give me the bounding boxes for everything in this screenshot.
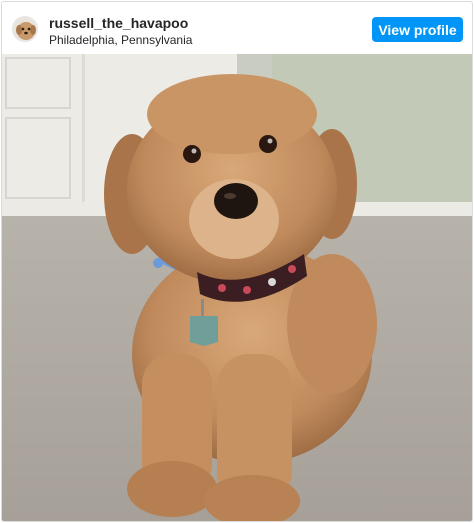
location-link[interactable]: Philadelphia, Pennsylvania bbox=[49, 33, 192, 48]
post-header: russell_the_havapoo Philadelphia, Pennsy… bbox=[2, 2, 472, 54]
instagram-embed-card: russell_the_havapoo Philadelphia, Pennsy… bbox=[1, 1, 473, 522]
username-link[interactable]: russell_the_havapoo bbox=[49, 15, 192, 32]
post-photo[interactable] bbox=[2, 54, 472, 521]
avatar[interactable] bbox=[12, 16, 38, 42]
post-meta: russell_the_havapoo Philadelphia, Pennsy… bbox=[49, 15, 192, 48]
view-profile-button[interactable]: View profile bbox=[372, 17, 463, 42]
dog-photo-icon bbox=[2, 54, 472, 521]
dog-avatar-icon bbox=[13, 17, 37, 41]
